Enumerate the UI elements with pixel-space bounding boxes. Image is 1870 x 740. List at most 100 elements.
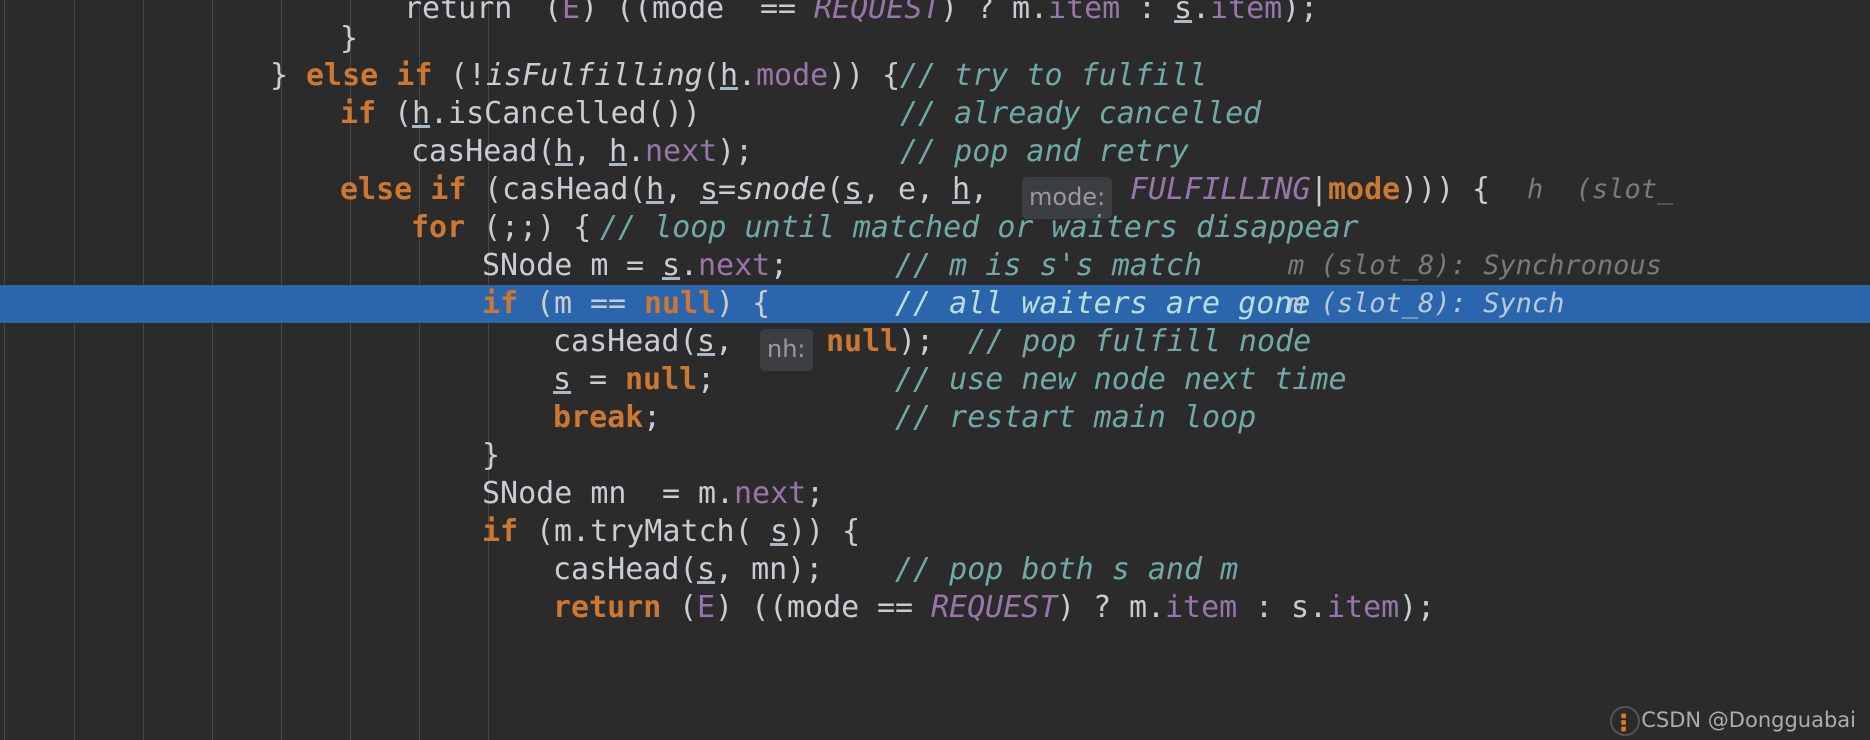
code-token: , — [573, 134, 610, 169]
code-token: ); — [898, 324, 935, 359]
code-line-selected[interactable]: if (m == null) {// all waiters are gone m… — [0, 285, 1870, 323]
code-comment: // m is s's match — [895, 248, 1203, 283]
csdn-logo-icon — [1610, 706, 1640, 736]
code-token: h — [646, 172, 665, 207]
code-line[interactable]: casHead(s, nh: null);// pop fulfill node — [0, 323, 1870, 371]
code-token: m. — [1129, 590, 1166, 625]
code-comment: // loop until matched or waiters disappe… — [600, 210, 1359, 245]
code-token: { — [1454, 172, 1491, 207]
code-line[interactable]: if (h .isCancelled()) // already cancelled — [0, 95, 1870, 133]
code-token: = — [718, 172, 737, 207]
debugger-inline-value: h (slot_ — [1527, 174, 1674, 205]
code-token: h — [720, 58, 739, 93]
code-comment: // pop both s and m — [895, 552, 1239, 587]
code-token: isFulfilling — [486, 58, 703, 93]
code-comment: // pop and retry — [900, 134, 1189, 169]
code-line[interactable]: if (m.tryMatch(s)) { — [0, 513, 1870, 551]
code-token: = — [571, 362, 626, 397]
code-token: if — [482, 286, 537, 321]
code-token: if — [340, 96, 395, 131]
code-line[interactable]: casHead(h, h. next);// pop and retry — [0, 133, 1870, 171]
code-token: h — [555, 134, 574, 169]
code-line[interactable]: SNode mn = m. next; — [0, 475, 1870, 513]
code-line[interactable]: break; // restart main loop — [0, 399, 1870, 437]
code-token: s — [770, 514, 789, 549]
code-token: , — [916, 172, 953, 207]
code-token: SNode mn — [482, 476, 645, 511]
code-token: e — [898, 172, 917, 207]
code-token: } — [340, 21, 359, 56]
code-token: , — [970, 172, 1007, 207]
code-line[interactable]: } — [0, 437, 1870, 475]
code-comment: // restart main loop — [895, 400, 1257, 435]
code-token: . — [627, 134, 646, 169]
code-token: )) { — [828, 58, 901, 93]
code-token: ; — [806, 476, 825, 511]
code-token: = — [662, 476, 699, 511]
code-token: ; — [643, 400, 662, 435]
code-token: : — [1237, 590, 1292, 625]
csdn-watermark: CSDN @Dongguabai — [1641, 708, 1856, 732]
code-token: s. — [1291, 590, 1328, 625]
code-token: .isCancelled()) — [430, 96, 701, 131]
code-line[interactable]: else if (casHead(h, s = snode(s, e, h, mod… — [0, 171, 1870, 219]
code-token: if — [482, 514, 537, 549]
code-comment: // use new node next time — [895, 362, 1347, 397]
code-token: h — [412, 96, 431, 131]
code-token: REQUEST — [931, 590, 1058, 625]
code-token: m.tryMatch( — [554, 514, 753, 549]
code-token: casHead( — [553, 552, 698, 587]
code-token: . — [738, 58, 757, 93]
code-token: s — [662, 248, 681, 283]
code-line[interactable]: casHead(s, mn); // pop both s and m — [0, 551, 1870, 589]
code-token: else if — [340, 172, 485, 207]
code-token: h — [952, 172, 971, 207]
code-token: ) { — [716, 286, 771, 321]
code-token: ); — [717, 134, 754, 169]
code-token: mode — [787, 590, 878, 625]
code-comment: // pop fulfill node — [968, 324, 1312, 359]
code-line[interactable]: for (;;) {// loop until matched or waite… — [0, 209, 1870, 247]
code-token: ))) — [1400, 172, 1455, 207]
code-token: | — [1310, 172, 1329, 207]
code-token: E — [697, 590, 716, 625]
code-token: return — [553, 590, 680, 625]
code-token: snode — [736, 172, 827, 207]
code-token: ( — [484, 172, 503, 207]
code-token: ); — [1399, 590, 1436, 625]
code-line[interactable]: SNode m = s. next; // m is s's match m (slo… — [0, 247, 1870, 285]
code-token: ) ? — [1057, 590, 1130, 625]
code-token: null — [826, 324, 899, 359]
code-editor[interactable]: return (E) ((mode == REQUEST) ? m. item :… — [0, 0, 1870, 740]
code-token: , — [862, 172, 899, 207]
code-token: s — [700, 172, 719, 207]
code-lines[interactable]: return (E) ((mode == REQUEST) ? m. item :… — [0, 0, 1870, 740]
debugger-inline-value: m (slot_8): Synch — [1288, 288, 1565, 319]
code-token: for — [411, 210, 484, 245]
code-token: ; — [770, 248, 789, 283]
code-line[interactable]: s = null; // use new node next time — [0, 361, 1870, 399]
code-token: m. — [698, 476, 735, 511]
code-token: , — [664, 172, 701, 207]
code-token: ( — [679, 590, 698, 625]
code-line[interactable]: } — [0, 20, 1870, 58]
code-token: s — [697, 552, 716, 587]
code-line[interactable]: return (E) ((mode == REQUEST) ? m. item :… — [0, 589, 1870, 627]
code-token: next — [734, 476, 807, 511]
debugger-inline-value: m (slot_8): Synchronous — [1288, 250, 1662, 281]
code-token: )) { — [788, 514, 861, 549]
code-token: h — [609, 134, 628, 169]
code-token: m — [554, 286, 591, 321]
code-comment: // all waiters are gone — [895, 286, 1311, 321]
code-token: else if — [306, 58, 451, 93]
code-token: ( — [536, 286, 555, 321]
code-token: ; — [697, 362, 716, 397]
code-token: ( — [702, 58, 721, 93]
code-line[interactable]: } else if (! isFulfilling(h. mode)) {// tr… — [0, 57, 1870, 95]
code-token: FULFILLING — [1130, 172, 1311, 207]
code-token: == — [590, 286, 645, 321]
code-token: ( — [394, 96, 413, 131]
code-comment: // already cancelled — [900, 96, 1262, 131]
code-token: , — [715, 324, 752, 359]
code-token: next — [645, 134, 718, 169]
